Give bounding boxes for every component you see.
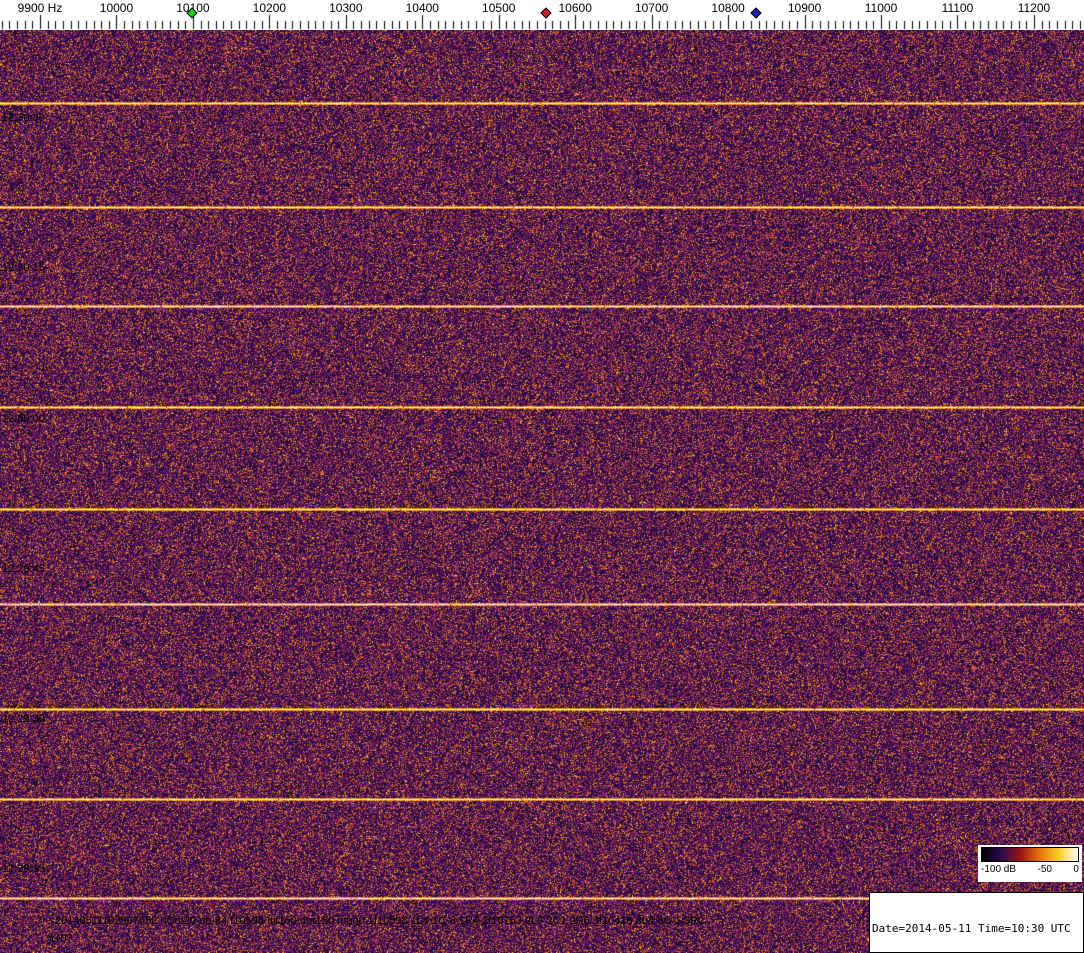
colorbar-label-min: -100 dB	[981, 864, 1017, 875]
colorbar-label-max: 0	[1073, 864, 1079, 875]
colorbar: -100 dB -50 0	[978, 845, 1082, 882]
frequency-axis: 9900 Hz100001010010200103001040010500106…	[0, 0, 1084, 30]
freq-axis-label: 10000	[99, 1, 134, 15]
time-label: 12:29:30	[2, 713, 45, 725]
freq-axis-label: 11000	[864, 1, 898, 15]
time-label: 12:30:00	[2, 413, 45, 425]
event-annotation: 20140511102907652 hCnt20 nb-84 f10598 hi…	[55, 915, 705, 927]
freq-axis-label: 10200	[252, 1, 287, 15]
info-box: Date=2014-05-11 Time=10:30 UTC Freq=143 …	[869, 892, 1084, 953]
colorbar-gradient	[981, 847, 1079, 862]
time-label: 12:29:15	[2, 863, 45, 875]
colorbar-labels: -100 dB -50 0	[981, 864, 1079, 875]
time-offset-annotation: ^t+07	[46, 933, 73, 945]
time-label: 12:30:30	[2, 112, 45, 124]
time-label: 12:30:15	[2, 262, 45, 274]
colorbar-label-mid: -50	[1037, 864, 1052, 875]
spectrogram-window: 9900 Hz100001010010200103001040010500106…	[0, 0, 1084, 953]
freq-axis-label: 10400	[405, 1, 439, 15]
freq-axis-label: 10800	[711, 1, 745, 15]
freq-axis-label: 9900 Hz	[17, 1, 63, 15]
spectrogram-canvas[interactable]	[0, 30, 1084, 953]
freq-axis-label: 10500	[482, 1, 516, 15]
time-label: 12:29:45	[2, 563, 45, 575]
info-date-time: Date=2014-05-11 Time=10:30 UTC	[872, 922, 1071, 935]
freq-axis-label: 10900	[787, 1, 822, 15]
freq-axis-label: 11100	[941, 1, 974, 15]
freq-axis-label: 10300	[329, 1, 363, 15]
freq-axis-label: 10700	[634, 1, 669, 15]
freq-axis-label: 11200	[1017, 1, 1051, 15]
freq-axis-label: 10600	[558, 1, 592, 15]
